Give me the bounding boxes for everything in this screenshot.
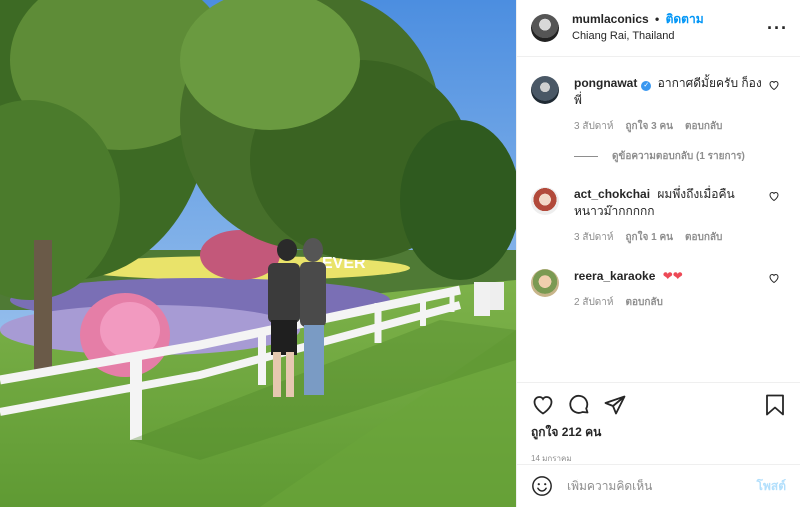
share-paper-plane-icon[interactable] xyxy=(603,393,627,417)
commenter-avatar[interactable] xyxy=(531,76,559,104)
commenter-username[interactable]: act_chokchai xyxy=(574,187,650,201)
comment-text: ❤❤ xyxy=(662,269,683,283)
replies-divider xyxy=(574,156,598,157)
comment-time[interactable]: 3 สัปดาห์ xyxy=(574,118,614,135)
verified-badge-icon: ✓ xyxy=(641,81,652,91)
garden-photo-illustration: EVER xyxy=(0,0,516,507)
post-header: mumlaconics • ติดตาม Chiang Rai, Thailan… xyxy=(517,0,800,57)
reply-button[interactable]: ตอบกลับ xyxy=(685,118,722,135)
comments-list: pongnawat ✓ อากาศดีมั้ยครับ ก็องพี่ 3 สัป… xyxy=(517,57,800,382)
comment-item: act_chokchai ผมพึ่งถึงเมื่อคืน หนาวม๊ากก… xyxy=(531,186,786,246)
emoji-smiley-icon[interactable] xyxy=(531,475,553,497)
likes-count[interactable]: ถูกใจ 212 คน xyxy=(531,423,786,442)
author-info: mumlaconics • ติดตาม Chiang Rai, Thailan… xyxy=(572,11,767,45)
separator-dot: • xyxy=(655,12,660,26)
author-username[interactable]: mumlaconics xyxy=(572,12,649,26)
author-avatar[interactable] xyxy=(531,14,559,42)
comment-input[interactable] xyxy=(567,479,757,493)
post-side-panel: mumlaconics • ติดตาม Chiang Rai, Thailan… xyxy=(516,0,800,507)
add-comment-bar: โพสต์ xyxy=(517,464,800,507)
post-comment-button[interactable]: โพสต์ xyxy=(757,477,786,496)
like-comment-heart-icon[interactable] xyxy=(768,272,780,284)
like-comment-heart-icon[interactable] xyxy=(768,190,780,202)
reply-button[interactable]: ตอบกลับ xyxy=(685,229,722,246)
commenter-avatar[interactable] xyxy=(531,269,559,297)
comment-bubble-icon[interactable] xyxy=(567,393,591,417)
commenter-avatar[interactable] xyxy=(531,187,559,215)
post-actions: ถูกใจ 212 คน 14 มกราคม xyxy=(517,382,800,464)
comment-likes[interactable]: ถูกใจ 3 คน xyxy=(626,118,674,135)
commenter-username[interactable]: pongnawat xyxy=(574,76,637,90)
comment-item: reera_karaoke ❤❤ 2 สัปดาห์ ตอบกลับ xyxy=(531,268,786,311)
action-icons xyxy=(531,393,786,417)
view-replies-label: ดูข้อความตอบกลับ (1 รายการ) xyxy=(612,151,745,162)
view-replies-button[interactable]: ดูข้อความตอบกลับ (1 รายการ) xyxy=(574,149,786,164)
commenter-username[interactable]: reera_karaoke xyxy=(574,269,655,283)
instagram-post: EVER mumlaconics • ติดตาม Chiang Rai, Th… xyxy=(0,0,800,507)
follow-button[interactable]: ติดตาม xyxy=(666,12,704,26)
comment-likes[interactable]: ถูกใจ 1 คน xyxy=(626,229,674,246)
save-bookmark-icon[interactable] xyxy=(764,393,786,417)
comment-item: pongnawat ✓ อากาศดีมั้ยครับ ก็องพี่ 3 สัป… xyxy=(531,75,786,135)
comment-time[interactable]: 2 สัปดาห์ xyxy=(574,294,614,311)
comment-time[interactable]: 3 สัปดาห์ xyxy=(574,229,614,246)
reply-button[interactable]: ตอบกลับ xyxy=(626,294,663,311)
more-options-icon[interactable]: ··· xyxy=(767,18,788,39)
like-comment-heart-icon[interactable] xyxy=(768,79,780,91)
like-heart-icon[interactable] xyxy=(531,393,555,417)
post-photo[interactable]: EVER xyxy=(0,0,516,507)
location-link[interactable]: Chiang Rai, Thailand xyxy=(572,28,767,45)
